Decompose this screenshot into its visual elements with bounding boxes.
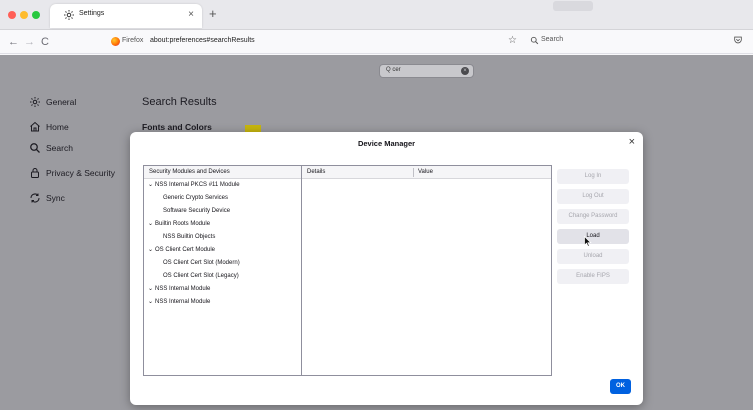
tree-column-header[interactable]: Security Modules and Devices [144,166,301,179]
category-label: Privacy & Security [46,168,115,178]
new-tab-button[interactable]: + [209,7,217,21]
tree-row-label: Builtin Roots Module [155,221,211,227]
clear-search-icon[interactable]: × [461,67,469,75]
tree-row-label: NSS Internal PKCS #11 Module [155,182,240,188]
preferences-search-input[interactable]: Q cer × [379,64,474,78]
tree-row-label: OS Client Cert Slot (Modern) [163,260,240,266]
tree-row-label: Software Security Device [163,208,231,214]
window-zoom-button[interactable] [32,11,40,19]
expand-twisty-icon[interactable]: ⌄ [148,244,153,257]
bookmark-star-icon[interactable]: ☆ [508,35,517,46]
tree-slot-row[interactable]: OS Client Cert Slot (Legacy) [144,270,301,283]
category-label: Home [46,122,69,132]
tree-module-row[interactable]: ⌄ NSS Internal Module [144,296,301,309]
url-identity-label: Firefox [122,37,144,44]
column-divider[interactable] [413,168,414,177]
tree-row-label: Generic Crypto Services [163,195,229,201]
tab-title: Settings [79,10,105,17]
search-highlight-badge [245,125,261,132]
tree-row-label: NSS Internal Module [155,286,211,292]
tree-row-label: NSS Builtin Objects [163,234,216,240]
firefox-logo-icon [111,37,120,46]
tree-row-label: OS Client Cert Slot (Legacy) [163,273,239,279]
tab-strip: Settings × + [0,0,753,30]
tree-slot-row[interactable]: NSS Builtin Objects [144,231,301,244]
category-general[interactable]: General [29,96,119,110]
section-title-fonts: Fonts and Colors [142,122,212,132]
details-column-header[interactable]: Details [307,169,325,175]
log-in-button[interactable]: Log In [557,169,629,184]
tab-strip-overlay [553,1,593,11]
tab-close-button[interactable]: × [188,8,194,22]
tree-module-row[interactable]: ⌄ NSS Internal Module [144,283,301,296]
security-modules-tree[interactable]: Security Modules and Devices ⌄ NSS Intern… [143,165,302,376]
sync-icon [30,193,40,203]
window-close-button[interactable] [8,11,16,19]
home-icon [30,121,40,132]
search-bar[interactable]: Search [522,33,745,50]
gear-icon [30,97,40,107]
tab-settings[interactable]: Settings × [50,4,202,28]
dialog-close-button[interactable]: × [629,136,635,148]
category-search[interactable]: Search [29,142,119,156]
reload-button[interactable]: C [41,35,49,49]
forward-button[interactable]: → [24,35,35,49]
tree-slot-row[interactable]: Generic Crypto Services [144,192,301,205]
expand-twisty-icon[interactable]: ⌄ [148,283,153,296]
lock-icon [31,168,39,178]
details-table-header: Details Value [302,166,551,179]
category-home[interactable]: Home [29,121,119,135]
tree-slot-row[interactable]: OS Client Cert Slot (Modern) [144,257,301,270]
search-icon [30,143,40,153]
tree-module-row[interactable]: ⌄ NSS Internal PKCS #11 Module [144,179,301,192]
expand-twisty-icon[interactable]: ⌄ [148,218,153,231]
category-label: Sync [46,193,65,203]
mouse-cursor-icon [584,236,592,247]
pocket-icon[interactable] [733,35,743,45]
gear-icon [64,10,74,20]
category-privacy-security[interactable]: Privacy & Security [29,167,139,181]
details-table[interactable]: Details Value [302,165,552,376]
enable-fips-button[interactable]: Enable FIPS [557,269,629,284]
url-text[interactable]: about:preferences#searchResults [150,37,255,44]
page-title: Search Results [142,96,217,108]
dialog-title: Device Manager [357,139,416,148]
device-manager-dialog: Device Manager × Security Modules and De… [130,132,643,405]
unload-button[interactable]: Unload [557,249,629,264]
expand-twisty-icon[interactable]: ⌄ [148,296,153,309]
tree-module-row[interactable]: ⌄ Builtin Roots Module [144,218,301,231]
category-label: Search [46,143,73,153]
load-button[interactable]: Load [557,229,629,244]
back-button[interactable]: ← [8,35,19,49]
category-label: General [46,97,77,107]
change-password-button[interactable]: Change Password [557,209,629,224]
ok-button[interactable]: OK [610,379,631,394]
value-column-header[interactable]: Value [418,169,433,175]
tree-row-label: NSS Internal Module [155,299,211,305]
preferences-search-value: Q cer [386,67,401,73]
url-bar[interactable]: Firefox about:preferences#searchResults [62,33,492,51]
expand-twisty-icon[interactable]: ⌄ [148,179,153,192]
tree-row-label: OS Client Cert Module [155,247,216,253]
tree-slot-row[interactable]: Software Security Device [144,205,301,218]
log-out-button[interactable]: Log Out [557,189,629,204]
window-minimize-button[interactable] [20,11,28,19]
category-sync[interactable]: Sync [29,192,119,206]
search-placeholder: Search [541,36,564,43]
tree-module-row[interactable]: ⌄ OS Client Cert Module [144,244,301,257]
search-icon [530,36,539,45]
